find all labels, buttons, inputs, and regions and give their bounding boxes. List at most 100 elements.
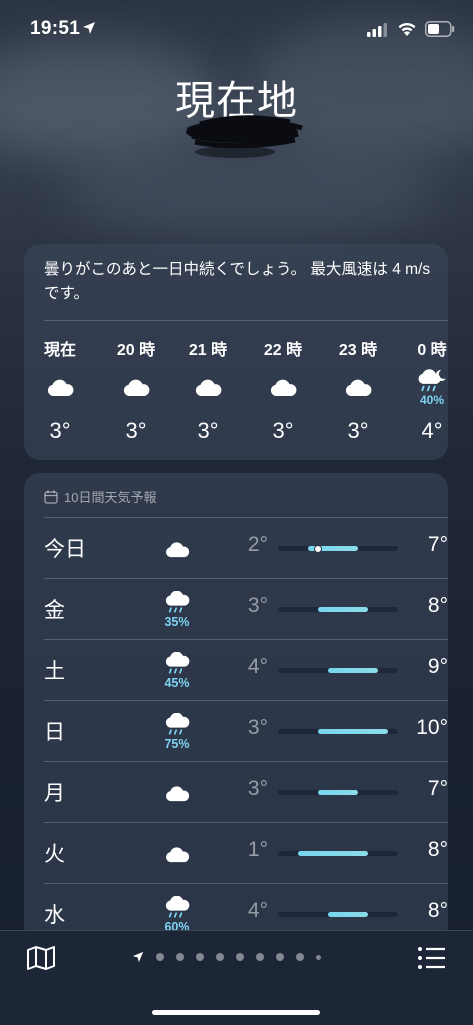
page-dot[interactable] bbox=[196, 953, 204, 961]
day-row[interactable]: 火 1° 8° bbox=[44, 822, 448, 883]
divider bbox=[44, 320, 448, 321]
divider bbox=[44, 517, 448, 518]
high-temp: 8° bbox=[427, 899, 448, 922]
precip-chance: 40% bbox=[419, 392, 445, 407]
high-temp: 7° bbox=[427, 777, 448, 800]
location-arrow-icon bbox=[83, 22, 95, 34]
high-temp: 9° bbox=[427, 655, 448, 678]
page-indicator[interactable] bbox=[132, 951, 321, 963]
page-dot[interactable] bbox=[236, 953, 244, 961]
day-row[interactable]: 月 3° 7° bbox=[44, 761, 448, 822]
page-dot[interactable] bbox=[176, 953, 184, 961]
day-row[interactable]: 土 45% 4° 9° bbox=[44, 639, 448, 700]
ten-day-header-label: 10日間天気予報 bbox=[64, 490, 157, 505]
divider bbox=[44, 761, 448, 762]
low-temp: 2° bbox=[247, 533, 268, 556]
page-dot[interactable] bbox=[256, 953, 264, 961]
low-temp: 4° bbox=[247, 899, 268, 922]
day-row[interactable]: 日 75% 3° 10° bbox=[44, 700, 448, 761]
low-temp: 1° bbox=[247, 838, 268, 861]
hour-temp: 3° bbox=[347, 418, 369, 443]
temp-range-fill bbox=[328, 912, 368, 917]
low-temp: 3° bbox=[247, 777, 268, 800]
temp-range-fill bbox=[318, 607, 368, 612]
divider bbox=[44, 578, 448, 579]
precip-chance: 75% bbox=[164, 737, 190, 751]
page-dot[interactable] bbox=[276, 953, 284, 961]
page-dot[interactable] bbox=[316, 954, 321, 960]
ten-day-forecast-card[interactable]: 10日間天気予報 今日 2° 7° 金 35% 3° 8° 土 45% 4° 9° 日 75% 3° 10°… bbox=[24, 473, 448, 943]
battery-icon bbox=[425, 21, 455, 37]
redacted-scribble bbox=[186, 115, 303, 158]
cloud-rain-icon: 45% bbox=[152, 647, 202, 695]
page-dot[interactable] bbox=[216, 953, 224, 961]
low-temp: 4° bbox=[247, 655, 268, 678]
cloud-icon bbox=[328, 366, 388, 408]
temp-range-bar bbox=[278, 668, 398, 673]
precip-chance: 45% bbox=[164, 676, 190, 690]
cloud-icon bbox=[253, 366, 313, 408]
hour-label: 22 時 bbox=[263, 342, 303, 359]
hour-column: 20 時 3° bbox=[106, 336, 166, 444]
page-dot[interactable] bbox=[156, 953, 164, 961]
low-temp: 3° bbox=[247, 594, 268, 617]
bottom-toolbar bbox=[0, 930, 473, 1025]
day-row[interactable]: 今日 2° 7° bbox=[44, 517, 448, 578]
cloud-rain-icon: 75% bbox=[152, 708, 202, 756]
high-temp: 7° bbox=[427, 533, 448, 556]
map-icon[interactable] bbox=[26, 945, 56, 971]
cloud-icon bbox=[30, 366, 90, 408]
hour-label: 現在 bbox=[43, 342, 76, 359]
hour-column: 23 時 3° bbox=[328, 336, 388, 444]
day-label: 土 bbox=[44, 660, 65, 683]
calendar-icon bbox=[44, 490, 58, 504]
day-label: 火 bbox=[44, 843, 65, 866]
cloud-rain-icon: 35% bbox=[152, 586, 202, 634]
hour-label: 20 時 bbox=[116, 342, 156, 359]
hour-temp: 3° bbox=[197, 418, 219, 443]
hourly-forecast-card[interactable]: 曇りがこのあと一日中続くでしょう。 最大風速は 4 m/s です。 現在 3° 20… bbox=[24, 244, 448, 460]
temp-range-fill bbox=[318, 729, 388, 734]
day-label: 金 bbox=[44, 599, 65, 622]
divider bbox=[44, 883, 448, 884]
divider bbox=[44, 822, 448, 823]
day-label: 水 bbox=[44, 904, 65, 927]
hour-temp: 3° bbox=[125, 418, 147, 443]
wifi-icon bbox=[398, 22, 416, 36]
ten-day-header: 10日間天気予報 bbox=[44, 487, 156, 506]
status-bar: 19:51 bbox=[0, 18, 473, 42]
hour-column: 0 時 40% 4° bbox=[402, 336, 462, 444]
hour-column: 21 時 3° bbox=[178, 336, 238, 444]
cloud-icon bbox=[152, 830, 202, 878]
day-label: 月 bbox=[44, 782, 65, 805]
current-temp-dot bbox=[314, 544, 322, 553]
temp-range-fill bbox=[328, 668, 378, 673]
temp-range-fill bbox=[298, 851, 368, 856]
high-temp: 8° bbox=[427, 594, 448, 617]
high-temp: 8° bbox=[427, 838, 448, 861]
hour-label: 23 時 bbox=[338, 342, 378, 359]
temp-range-bar bbox=[278, 607, 398, 612]
hour-temp: 3° bbox=[272, 418, 294, 443]
cloud-icon bbox=[152, 525, 202, 573]
hour-column: 現在 3° bbox=[30, 336, 90, 444]
status-time: 19:51 bbox=[30, 18, 81, 39]
temp-range-bar bbox=[278, 912, 398, 917]
low-temp: 3° bbox=[247, 716, 268, 739]
temp-range-bar bbox=[278, 544, 398, 553]
location-arrow-icon bbox=[132, 951, 144, 963]
home-indicator[interactable] bbox=[152, 1010, 320, 1015]
hour-label: 21 時 bbox=[188, 342, 228, 359]
temp-range-bar bbox=[278, 851, 398, 856]
page-dot[interactable] bbox=[296, 953, 304, 961]
divider bbox=[44, 639, 448, 640]
high-temp: 10° bbox=[416, 716, 448, 739]
day-label: 今日 bbox=[44, 538, 86, 561]
divider bbox=[44, 700, 448, 701]
day-row[interactable]: 金 35% 3° 8° bbox=[44, 578, 448, 639]
precip-chance: 35% bbox=[164, 615, 190, 629]
hour-label: 0 時 bbox=[417, 342, 447, 359]
list-icon[interactable] bbox=[417, 945, 447, 971]
hour-column: 22 時 3° bbox=[253, 336, 313, 444]
cellular-signal-icon bbox=[367, 23, 387, 37]
